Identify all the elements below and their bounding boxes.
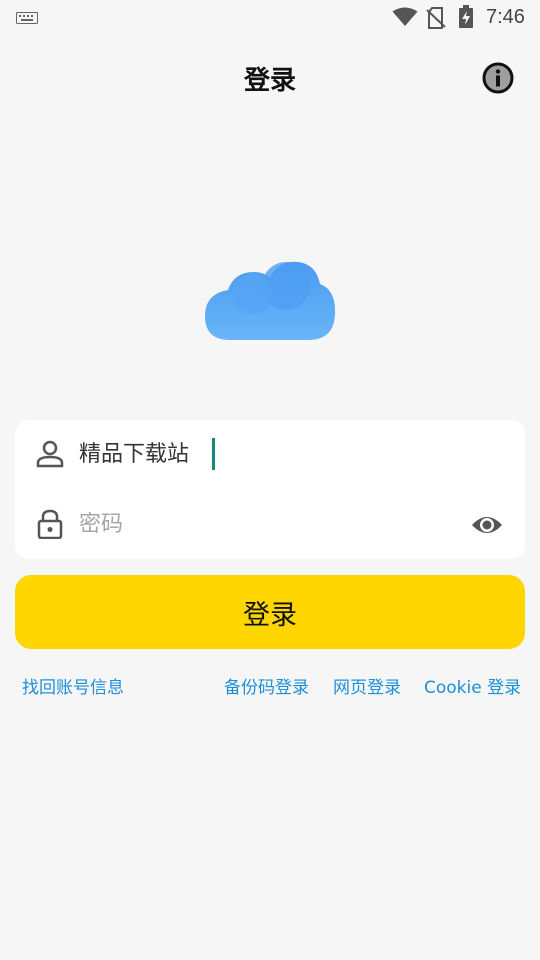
keyboard-icon (16, 12, 38, 24)
login-form-card (15, 420, 525, 559)
eye-icon[interactable] (470, 511, 504, 539)
header: 登录 (0, 40, 540, 116)
status-bar: 7:46 (0, 0, 540, 36)
page-title: 登录 (243, 66, 296, 96)
login-button[interactable]: 登录 (15, 575, 525, 649)
backup-code-login-link[interactable]: 备份码登录 (224, 673, 309, 698)
wifi-icon (392, 7, 418, 26)
username-input[interactable] (79, 436, 379, 474)
no-sim-icon (426, 7, 446, 29)
password-row (15, 490, 525, 560)
info-icon[interactable] (481, 61, 515, 95)
battery-charging-icon (459, 5, 473, 28)
cookie-login-link[interactable]: Cookie 登录 (424, 673, 521, 698)
user-icon (36, 440, 64, 468)
username-row (15, 420, 525, 490)
recover-account-link[interactable]: 找回账号信息 (22, 673, 124, 698)
status-time: 7:46 (486, 6, 525, 28)
cloud-icon (205, 261, 336, 340)
lock-icon (37, 509, 63, 539)
login-screen: 7:46 登录 精品下载站 登录 找回账号信息 备份码登录 网页登录 Cooki… (0, 0, 540, 960)
web-login-link[interactable]: 网页登录 (333, 673, 401, 698)
password-input[interactable] (79, 506, 459, 544)
text-cursor (212, 438, 215, 470)
